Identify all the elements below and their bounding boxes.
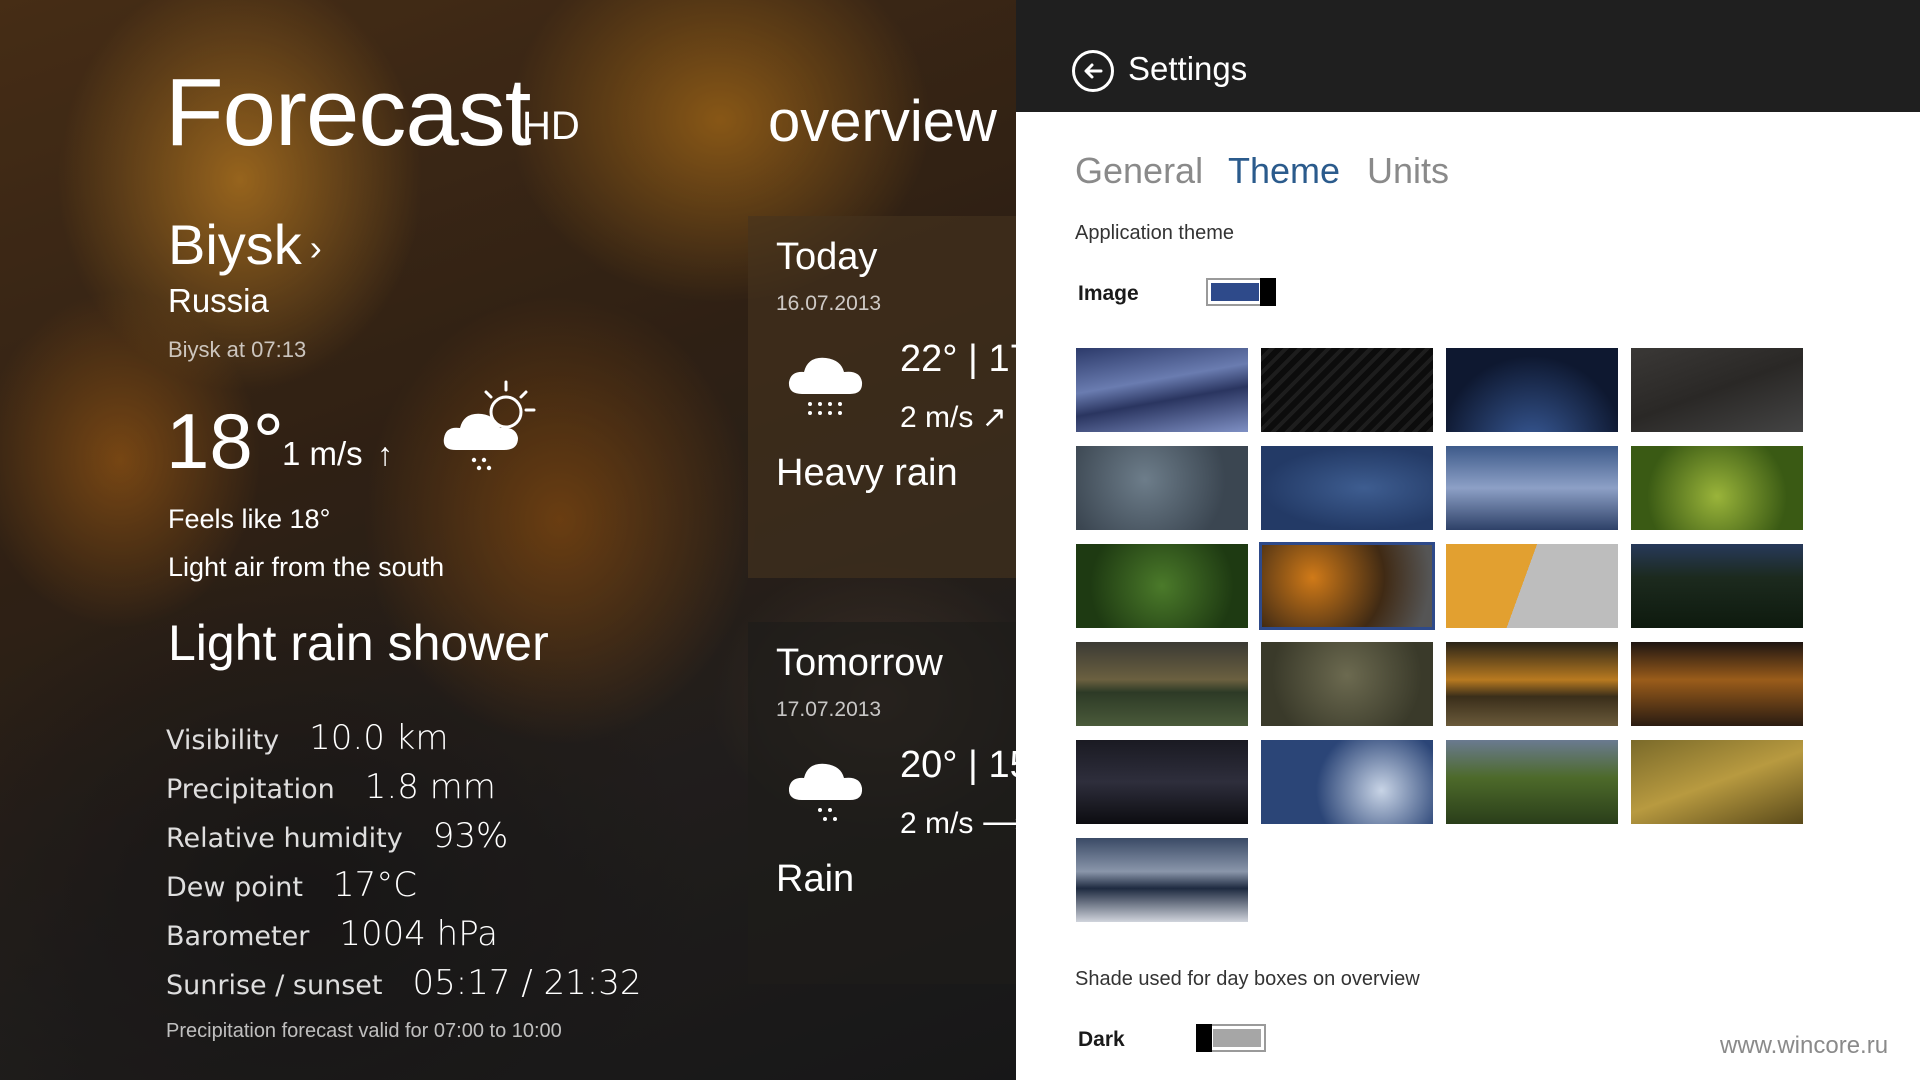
current-temperature: 18° [166,397,284,485]
tab-units[interactable]: Units [1367,150,1449,192]
detail-dew-point: Dew point 17°C [166,865,417,905]
theme-thumbnail[interactable] [1631,544,1803,628]
sun-cloud-rain-icon [443,380,536,471]
toggle-fill [1211,283,1259,301]
day-temperature: 22° | 17 [900,338,1016,380]
image-toggle-label: Image [1078,282,1139,305]
app-brand-suffix: HD [522,104,580,148]
wind-direction-icon: ↑ [377,436,393,472]
theme-thumbnail[interactable] [1446,642,1618,726]
day-title: Tomorrow [776,642,943,684]
theme-thumbnail[interactable] [1446,446,1618,530]
settings-title: Settings [1128,50,1248,87]
day-condition: Rain [776,858,855,900]
cloud-rain-icon [788,763,863,821]
theme-thumbnail[interactable] [1631,348,1803,432]
settings-header: Settings [1016,0,1920,112]
dark-toggle-label: Dark [1078,1028,1125,1051]
weather-app-background: Forecast HD overview Biysk › Russia Biys… [0,0,1016,1080]
day-box-tomorrow[interactable]: Tomorrow 17.07.2013 20° | 15 2 m/s ⟶ Rai… [748,622,1016,984]
detail-sunrise-sunset: Sunrise / sunset 05:17 / 21:32 [166,963,642,1003]
city-selector[interactable]: Biysk › [168,212,322,277]
local-time: Biysk at 07:13 [168,337,307,362]
day-box-today[interactable]: Today 16.07.2013 22° | 17 2 m/s ↗ Heavy … [748,216,1016,578]
theme-thumbnail[interactable] [1631,642,1803,726]
tab-general[interactable]: General [1075,150,1203,192]
image-toggle[interactable] [1206,278,1276,306]
detail-precipitation: Precipitation 1.8 mm [166,767,496,807]
theme-thumbnail[interactable] [1631,446,1803,530]
wind-description: Light air from the south [168,552,445,582]
day-date: 17.07.2013 [776,698,882,721]
theme-thumbnail[interactable] [1261,740,1433,824]
feels-like: Feels like 18° [168,504,331,534]
theme-thumbnail[interactable] [1261,446,1433,530]
theme-thumbnail[interactable] [1446,740,1618,824]
cloud-heavy-rain-icon [788,357,863,415]
day-date: 16.07.2013 [776,292,882,315]
day-title: Today [776,236,878,278]
tab-theme[interactable]: Theme [1228,150,1340,192]
chevron-right-icon: › [309,226,322,268]
day-wind: 2 m/s ⟶ [900,807,1016,840]
theme-thumbnail[interactable] [1446,348,1618,432]
city-name: Biysk [168,213,302,276]
theme-thumbnail[interactable] [1259,542,1435,630]
theme-thumbnail[interactable] [1076,446,1248,530]
theme-thumbnail[interactable] [1076,348,1248,432]
theme-thumbnail[interactable] [1261,642,1433,726]
detail-humidity: Relative humidity 93% [166,816,509,856]
overview-heading: overview [768,89,997,154]
theme-thumbnail[interactable] [1076,838,1248,922]
theme-thumbnail[interactable] [1631,740,1803,824]
day-condition: Heavy rain [776,452,958,494]
application-theme-label: Application theme [1075,222,1234,244]
toggle-fill [1213,1029,1261,1047]
watermark: www.wincore.ru [1720,1032,1889,1059]
shade-label: Shade used for day boxes on overview [1075,968,1420,990]
toggle-knob[interactable] [1260,278,1276,306]
precipitation-footnote: Precipitation forecast valid for 07:00 t… [166,1020,562,1042]
detail-visibility: Visibility 10.0 km [166,718,449,758]
dark-toggle[interactable] [1196,1024,1266,1052]
app-brand: Forecast [165,59,531,166]
arrow-left-icon [1084,63,1103,79]
day-wind: 2 m/s ↗ [900,401,1007,434]
detail-barometer: Barometer 1004 hPa [166,914,499,954]
current-condition: Light rain shower [168,615,549,671]
back-button[interactable] [1072,50,1114,92]
theme-thumbnail[interactable] [1076,642,1248,726]
theme-thumbnail[interactable] [1076,740,1248,824]
theme-thumbnail[interactable] [1261,348,1433,432]
theme-thumbnail[interactable] [1076,544,1248,628]
theme-thumbnail[interactable] [1446,544,1618,628]
current-wind: 1 m/s [282,435,363,472]
country-name: Russia [168,282,269,319]
toggle-knob[interactable] [1196,1024,1212,1052]
settings-pane: Settings General Theme Units Application… [1016,0,1920,1080]
day-temperature: 20° | 15 [900,744,1016,786]
